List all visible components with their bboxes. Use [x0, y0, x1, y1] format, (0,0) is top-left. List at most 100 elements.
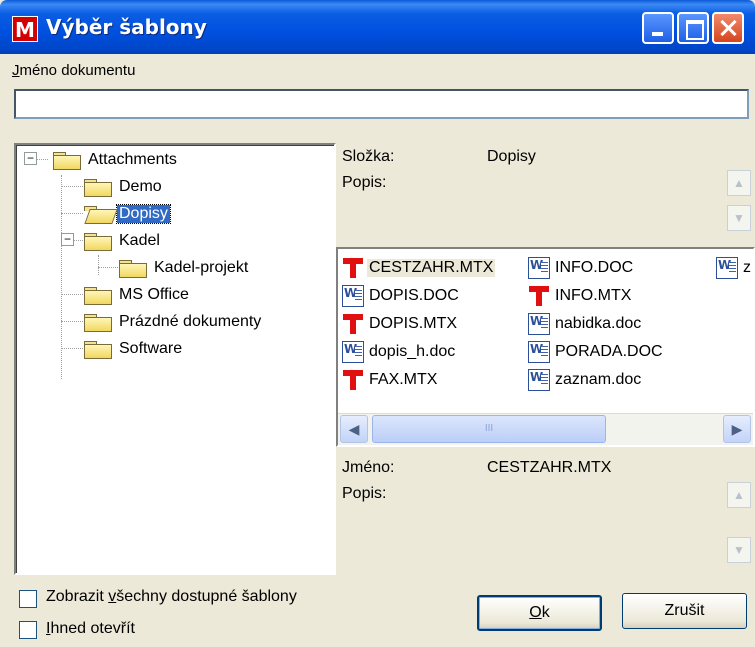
- tree-connector: [61, 186, 83, 187]
- file-name: INFO.DOC: [555, 259, 634, 276]
- close-button[interactable]: [712, 12, 744, 44]
- tree-connector: [98, 267, 120, 268]
- document-name-input[interactable]: [14, 89, 749, 119]
- tree-connector: [36, 159, 48, 160]
- file-name: dopis_h.doc: [369, 343, 456, 360]
- tree-item-demo[interactable]: Demo: [83, 175, 164, 199]
- tree-item-prazdne-dokumenty[interactable]: Prázdné dokumenty: [83, 310, 263, 334]
- file-item[interactable]: PORADA.DOC: [528, 339, 665, 365]
- file-name: CESTZAHR.MTX: [367, 259, 496, 277]
- label-text: hned otevřít: [50, 620, 135, 637]
- tree-item-label: Kadel-projekt: [154, 259, 249, 276]
- tree-item-label: Demo: [119, 178, 162, 195]
- scroll-up-button[interactable]: ▲: [727, 482, 751, 508]
- tree-connector: [74, 240, 83, 241]
- scroll-down-button[interactable]: ▼: [727, 205, 751, 231]
- tree-item-dopisy[interactable]: Dopisy: [83, 202, 171, 226]
- app-icon: M: [12, 16, 38, 42]
- tree-item-attachments[interactable]: Attachments: [52, 148, 179, 172]
- word-doc-icon: [528, 313, 550, 335]
- file-name: FAX.MTX: [369, 371, 438, 388]
- word-doc-icon: [716, 257, 738, 279]
- tree-item-label: Dopisy: [116, 204, 171, 224]
- tree-connector: [98, 255, 99, 275]
- folder-icon: [118, 259, 148, 278]
- file-item[interactable]: zaznam.doc: [528, 367, 643, 393]
- tree-item-label: Attachments: [88, 151, 177, 168]
- folder-value: Dopisy: [487, 148, 536, 165]
- collapse-icon[interactable]: −: [61, 233, 74, 246]
- horizontal-scrollbar[interactable]: ◀ III ▶: [338, 413, 753, 445]
- tree-item-kadel[interactable]: Kadel: [83, 229, 162, 253]
- folder-tree[interactable]: − − Attachments Demo Dopisy Kadel Kadel-…: [14, 143, 336, 575]
- file-name-value: CESTZAHR.MTX: [487, 459, 612, 476]
- document-name-label: Jméno dokumentu: [12, 62, 135, 79]
- file-item[interactable]: FAX.MTX: [342, 367, 439, 393]
- tree-item-label: Kadel: [119, 232, 160, 249]
- tree-item-ms-office[interactable]: MS Office: [83, 283, 191, 307]
- file-name: INFO.MTX: [555, 287, 632, 304]
- folder-icon: [83, 286, 113, 305]
- file-item[interactable]: DOPIS.DOC: [342, 283, 461, 309]
- folder-icon: [83, 232, 113, 251]
- title-bar[interactable]: M Výběr šablony: [0, 0, 755, 54]
- tree-item-kadel-projekt[interactable]: Kadel-projekt: [118, 256, 250, 280]
- scroll-down-button[interactable]: ▼: [727, 537, 751, 563]
- folder-description-label: Popis:: [342, 174, 387, 191]
- word-doc-icon: [528, 257, 550, 279]
- scrollbar-thumb[interactable]: III: [372, 415, 606, 443]
- tree-item-software[interactable]: Software: [83, 337, 184, 361]
- label-text: šechny dostupné šablony: [116, 588, 297, 605]
- word-doc-icon: [342, 285, 364, 307]
- open-folder-icon: [83, 205, 113, 223]
- folder-icon: [52, 151, 82, 170]
- document-name-label-accesskey: J: [12, 62, 20, 79]
- file-item[interactable]: nabidka.doc: [528, 311, 643, 337]
- cancel-button[interactable]: Zrušit: [622, 593, 747, 629]
- show-all-templates-label: Zobrazit všechny dostupné šablony: [46, 588, 297, 606]
- collapse-icon[interactable]: −: [24, 152, 37, 165]
- folder-label: Složka:: [342, 148, 395, 165]
- word-doc-icon: [528, 341, 550, 363]
- tree-connector: [61, 294, 83, 295]
- tree-item-label: Prázdné dokumenty: [119, 313, 262, 330]
- file-item[interactable]: INFO.MTX: [528, 283, 633, 309]
- tree-item-label: Software: [119, 340, 183, 357]
- folder-icon: [83, 340, 113, 359]
- button-label: k: [541, 604, 550, 621]
- tree-connector: [61, 321, 83, 322]
- scroll-right-button[interactable]: ▶: [723, 415, 751, 443]
- button-accesskey: O: [529, 604, 542, 621]
- file-item[interactable]: dopis_h.doc: [342, 339, 457, 365]
- mtx-template-icon: [528, 285, 550, 307]
- file-item[interactable]: DOPIS.MTX: [342, 311, 459, 337]
- document-name-label-text: méno dokumentu: [19, 62, 136, 79]
- file-item[interactable]: INFO.DOC: [528, 255, 635, 281]
- ok-button[interactable]: Ok: [477, 595, 602, 631]
- tree-connector: [61, 348, 83, 349]
- file-item[interactable]: CESTZAHR.MTX: [342, 255, 496, 281]
- mtx-template-icon: [342, 257, 364, 279]
- show-all-templates-checkbox[interactable]: [19, 590, 37, 608]
- scroll-up-button[interactable]: ▲: [727, 170, 751, 196]
- folder-icon: [83, 313, 113, 332]
- file-name: zaznam.doc: [555, 371, 642, 388]
- file-name: DOPIS.DOC: [369, 287, 459, 304]
- file-name: nabidka.doc: [555, 315, 642, 332]
- folder-icon: [83, 178, 113, 197]
- open-immediately-label: Ihned otevřít: [46, 620, 135, 638]
- tree-connector: [61, 213, 83, 214]
- tree-item-label: MS Office: [119, 286, 189, 303]
- file-name-label: Jméno:: [342, 459, 395, 476]
- open-immediately-checkbox[interactable]: [19, 621, 37, 639]
- file-name: z: [743, 259, 751, 276]
- mtx-template-icon: [342, 313, 364, 335]
- file-description-label: Popis:: [342, 485, 387, 502]
- minimize-button[interactable]: [642, 12, 674, 44]
- scroll-left-button[interactable]: ◀: [340, 415, 368, 443]
- label-text: Zobrazit: [46, 588, 109, 605]
- file-item[interactable]: z: [716, 255, 753, 281]
- maximize-button[interactable]: [677, 12, 709, 44]
- mtx-template-icon: [342, 369, 364, 391]
- window-title: Výběr šablony: [46, 15, 207, 39]
